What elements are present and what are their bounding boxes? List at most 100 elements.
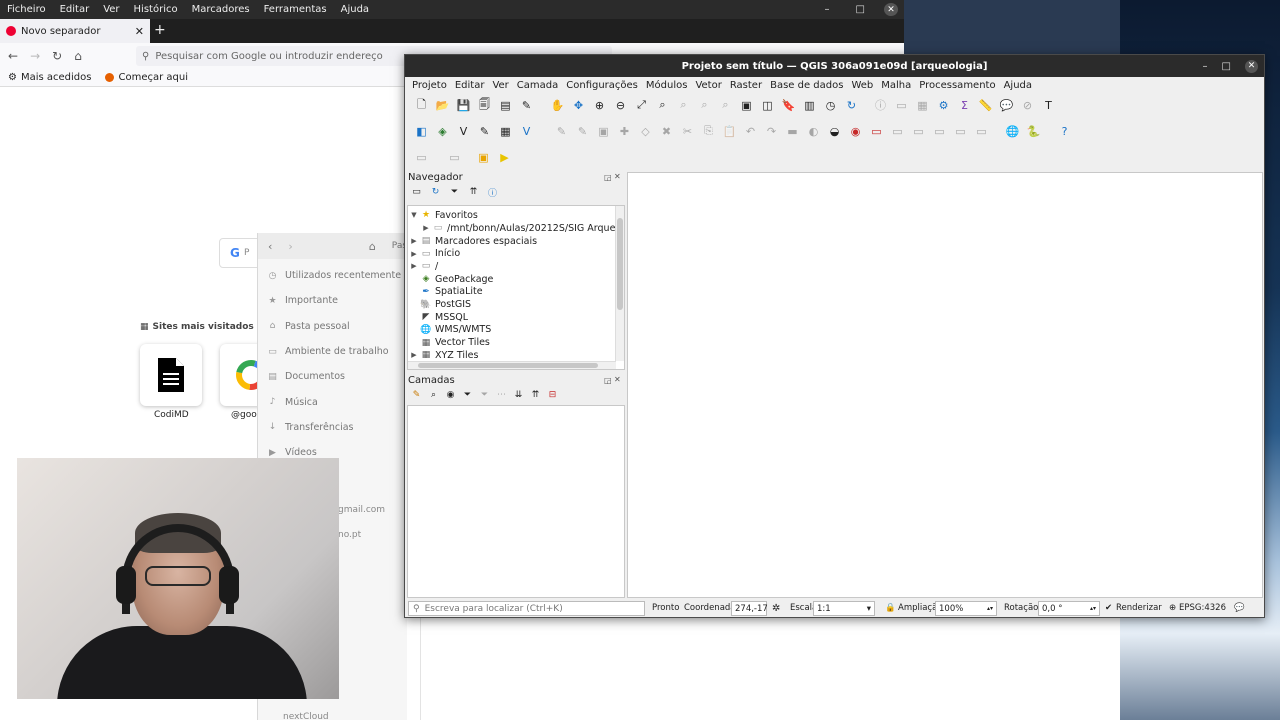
paste-icon[interactable]: 📋 bbox=[721, 123, 738, 140]
save-project-icon[interactable]: 💾 bbox=[455, 97, 472, 114]
place-nextcloud[interactable]: nextCloud bbox=[283, 712, 329, 720]
save-edits-icon[interactable]: ▣ bbox=[595, 123, 612, 140]
menu-configuracoes[interactable]: Configurações bbox=[562, 80, 642, 91]
menu-ferramentas[interactable]: Ferramentas bbox=[257, 4, 334, 15]
menu-editar[interactable]: Editar bbox=[53, 4, 97, 15]
label-abc-icon[interactable]: ▭ bbox=[868, 123, 885, 140]
remove-layer-icon[interactable]: ⊟ bbox=[544, 387, 561, 404]
temporal-controller-icon[interactable]: ◷ bbox=[822, 97, 839, 114]
menu-camada[interactable]: Camada bbox=[513, 80, 562, 91]
info-icon[interactable]: ⓘ bbox=[484, 184, 501, 201]
panel-close-icon[interactable]: ✕ bbox=[614, 172, 621, 181]
show-hide-labels-icon[interactable]: ▭ bbox=[973, 123, 990, 140]
statistics-sum-icon[interactable]: Σ bbox=[956, 97, 973, 114]
add-vector-layer-icon[interactable]: V bbox=[455, 123, 472, 140]
minimize-icon[interactable]: – bbox=[818, 4, 837, 15]
snapping-icon[interactable]: ▭ bbox=[446, 149, 463, 166]
label-toolbar-icon[interactable]: ◒ bbox=[826, 123, 843, 140]
tree-item-xyz-tiles[interactable]: ▶ ▦ XYZ Tiles bbox=[408, 349, 478, 362]
reload-icon[interactable]: ↻ bbox=[52, 49, 62, 63]
map-canvas[interactable] bbox=[627, 172, 1263, 598]
rotate-label-icon[interactable]: ▭ bbox=[910, 123, 927, 140]
data-source-manager-icon[interactable]: ◧ bbox=[413, 123, 430, 140]
expand-arrow-icon[interactable]: ▶ bbox=[408, 250, 420, 258]
selection-tool-icon[interactable]: ▣ bbox=[475, 149, 492, 166]
text-annotation-icon[interactable]: T bbox=[1040, 97, 1057, 114]
tab-close-icon[interactable]: ✕ bbox=[135, 25, 144, 38]
open-project-icon[interactable]: 📂 bbox=[434, 97, 451, 114]
zoom-out-icon[interactable]: ⊖ bbox=[612, 97, 629, 114]
browser-horizontal-scrollbar[interactable] bbox=[408, 361, 616, 369]
bookmark-new-icon[interactable]: 🔖 bbox=[780, 97, 797, 114]
place-recent[interactable]: ◷ Utilizados recentemente bbox=[258, 263, 407, 288]
tree-item-favorite-folder[interactable]: ▶ ▭ /mnt/bonn/Aulas/20212S/SIG Arqueo bbox=[420, 222, 621, 235]
menu-ficheiro[interactable]: Ficheiro bbox=[0, 4, 53, 15]
python-console-icon[interactable]: 🐍 bbox=[1025, 123, 1042, 140]
menu-modulos[interactable]: Módulos bbox=[642, 80, 692, 91]
site-tile-codimd[interactable] bbox=[140, 344, 202, 406]
bookmark-most-visited[interactable]: ⚙ Mais acedidos bbox=[8, 72, 91, 83]
menu-marcadores[interactable]: Marcadores bbox=[185, 4, 257, 15]
expand-arrow-icon[interactable]: ▶ bbox=[408, 351, 420, 359]
tree-item-geopackage[interactable]: ◈ GeoPackage bbox=[408, 273, 494, 286]
identify-icon[interactable]: ⓘ bbox=[872, 97, 889, 114]
zoom-last-icon[interactable]: ⌕ bbox=[717, 97, 734, 114]
expand-icon[interactable]: ⇊ bbox=[510, 387, 527, 404]
panel-float-icon[interactable]: ◲ bbox=[604, 376, 612, 385]
place-downloads[interactable]: ↓ Transferências bbox=[258, 415, 407, 440]
collapse-all-icon[interactable]: ⇈ bbox=[465, 184, 482, 201]
collapse-icon[interactable]: ⇈ bbox=[527, 387, 544, 404]
refresh-icon[interactable]: ↻ bbox=[843, 97, 860, 114]
extents-toggle-icon[interactable]: ✲ bbox=[772, 603, 780, 614]
new-map-view-icon[interactable]: ▣ bbox=[738, 97, 755, 114]
chevron-right-icon[interactable]: › bbox=[288, 240, 292, 253]
scale-select[interactable]: 1:1 ▾ bbox=[813, 601, 875, 616]
menu-ver[interactable]: Ver bbox=[96, 4, 126, 15]
scrollbar-thumb[interactable] bbox=[418, 363, 598, 368]
globe-plugin-icon[interactable]: 🌐 bbox=[1004, 123, 1021, 140]
lock-icon[interactable]: 🔒 bbox=[885, 603, 896, 613]
menu-raster[interactable]: Raster bbox=[726, 80, 766, 91]
home-icon[interactable]: ⌂ bbox=[369, 240, 376, 253]
map-tips-icon[interactable]: 💬 bbox=[998, 97, 1015, 114]
undo-icon[interactable]: ↶ bbox=[742, 123, 759, 140]
panel-close-icon[interactable]: ✕ bbox=[614, 375, 621, 384]
menu-projeto[interactable]: Projeto bbox=[408, 80, 451, 91]
label-tool-icon[interactable]: ▬ bbox=[784, 123, 801, 140]
place-documents[interactable]: ▤ Documentos bbox=[258, 364, 407, 389]
refresh-icon[interactable]: ↻ bbox=[427, 184, 444, 201]
new-3d-view-icon[interactable]: ◫ bbox=[759, 97, 776, 114]
tree-item-vector-tiles[interactable]: ▦ Vector Tiles bbox=[408, 336, 490, 349]
zoom-native-icon[interactable]: ⌕ bbox=[696, 97, 713, 114]
tab-new[interactable]: Novo separador ✕ bbox=[0, 19, 150, 43]
bookmark-getting-started[interactable]: Começar aqui bbox=[105, 72, 188, 83]
style-layer-icon[interactable]: ✎ bbox=[408, 387, 425, 404]
crs-button[interactable]: EPSG:4326 bbox=[1179, 603, 1226, 613]
menu-ajuda[interactable]: Ajuda bbox=[1000, 80, 1036, 91]
move-label-icon[interactable]: ▭ bbox=[889, 123, 906, 140]
browser-vertical-scrollbar[interactable] bbox=[615, 206, 624, 361]
menu-base-de-dados[interactable]: Base de dados bbox=[766, 80, 847, 91]
redo-icon[interactable]: ↷ bbox=[763, 123, 780, 140]
home-icon[interactable]: ⌂ bbox=[74, 49, 82, 63]
crs-globe-icon[interactable]: ⊕ bbox=[1169, 603, 1176, 613]
select-icon[interactable]: ▭ bbox=[893, 97, 910, 114]
menu-historico[interactable]: Histórico bbox=[127, 4, 185, 15]
menu-web[interactable]: Web bbox=[847, 80, 877, 91]
expand-arrow-icon[interactable]: ▶ bbox=[408, 237, 420, 245]
scrollbar-thumb[interactable] bbox=[617, 218, 623, 310]
tree-item-spatialite[interactable]: ✒ SpatiaLite bbox=[408, 286, 482, 299]
pan-to-selection-icon[interactable]: ✥ bbox=[570, 97, 587, 114]
rotation-spinbox[interactable]: 0,0 ° ▴▾ bbox=[1038, 601, 1100, 616]
menu-ver[interactable]: Ver bbox=[488, 80, 512, 91]
zoom-selection-icon[interactable]: ⌕ bbox=[654, 97, 671, 114]
forward-icon[interactable]: → bbox=[30, 49, 40, 63]
digitize-icon[interactable]: ✎ bbox=[476, 123, 493, 140]
digitizing-extra-icon[interactable]: ▭ bbox=[413, 149, 430, 166]
filter-expression-icon[interactable]: ⏷ bbox=[476, 387, 493, 404]
messages-icon[interactable]: 💬 bbox=[1234, 603, 1245, 613]
new-geopackage-layer-icon[interactable]: ◈ bbox=[434, 123, 451, 140]
virtual-layer-icon[interactable]: V bbox=[518, 123, 535, 140]
menu-vetor[interactable]: Vetor bbox=[691, 80, 725, 91]
tree-item-mssql[interactable]: ◤ MSSQL bbox=[408, 311, 469, 324]
